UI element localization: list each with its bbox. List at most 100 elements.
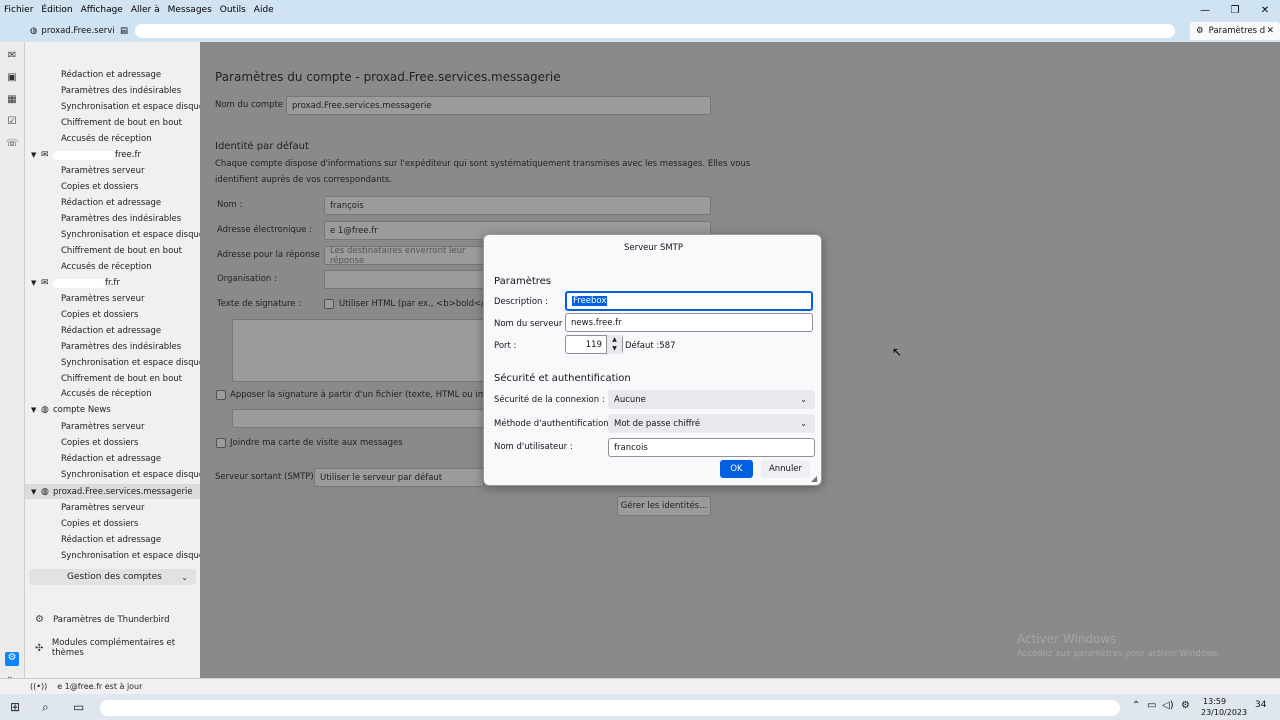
port-stepper[interactable]: ▲ ▼ <box>606 335 622 354</box>
sidebar-item[interactable]: Copies et dossiers <box>61 519 138 529</box>
redacted-name <box>53 150 115 160</box>
sidebar-item[interactable]: Rédaction et adressage <box>61 454 161 464</box>
sidebar-item[interactable]: Synchronisation et espace disque <box>61 102 204 112</box>
resize-grip-icon[interactable]: ◢ <box>811 474 817 483</box>
sidebar-item[interactable]: Rédaction et adressage <box>61 326 161 336</box>
sidebar-item[interactable]: Rédaction et adressage <box>61 535 161 545</box>
auth-method-label: Méthode d'authentification : <box>494 419 615 429</box>
tab-mail[interactable]: ◍ proxad.Free.servi <box>30 22 115 40</box>
close-window-button[interactable]: ✕ <box>1250 0 1280 20</box>
mouse-cursor-icon: ↖ <box>892 345 903 359</box>
tab-settings[interactable]: ⚙ Paramètres d ✕ <box>1190 22 1280 40</box>
tasks-icon[interactable]: ☑ <box>6 116 18 128</box>
sidebar-item[interactable]: Paramètres des indésirables <box>61 214 181 224</box>
sidebar-account-label: proxad.Free.services.messagerie <box>53 486 193 497</box>
search-icon[interactable]: ⌕ <box>42 700 49 715</box>
sidebar-item[interactable]: Synchronisation et espace disque <box>61 551 204 561</box>
menu-edit[interactable]: Édition <box>37 5 76 15</box>
menu-go[interactable]: Aller à <box>127 5 164 15</box>
sidebar-item[interactable]: Synchronisation et espace disque <box>61 358 204 368</box>
task-view-icon[interactable]: ▭ <box>73 700 84 714</box>
server-name-input[interactable]: news.free.fr <box>565 313 813 332</box>
organization-input[interactable] <box>324 270 484 289</box>
address-book-icon[interactable]: ▣ <box>6 72 18 84</box>
mail-icon[interactable]: ✉ <box>6 50 18 62</box>
manage-accounts-button[interactable]: Gestion des comptes ⌄ <box>29 569 196 585</box>
mail-account-icon: ✉ <box>41 278 49 288</box>
sidebar-item[interactable]: Copies et dossiers <box>61 310 138 320</box>
addons-link[interactable]: ✣ Modules complémentaires et thèmes <box>35 638 200 658</box>
menu-tools[interactable]: Outils <box>216 5 250 15</box>
sidebar-item[interactable]: Copies et dossiers <box>61 438 138 448</box>
description-input[interactable]: Freebox <box>565 291 813 311</box>
sidebar-account-news[interactable]: ▼ ◍ compte News <box>31 405 111 415</box>
tab-bar: ◍ proxad.Free.servi ▤ ⚙ Paramètres d ✕ <box>0 20 1280 42</box>
auth-method-select[interactable]: Mot de passe chiffré ⌄ <box>608 414 815 433</box>
clock-date[interactable]: 23/10/2023 <box>1201 708 1247 717</box>
close-tab-icon[interactable]: ✕ <box>1266 26 1274 36</box>
volume-icon[interactable]: ◁) <box>1162 700 1174 711</box>
sidebar-item[interactable]: Accusés de réception <box>61 389 152 399</box>
sidebar-item[interactable]: Rédaction et adressage <box>61 198 161 208</box>
minimize-button[interactable]: — <box>1190 0 1220 20</box>
cancel-button[interactable]: Annuler <box>761 460 810 478</box>
username-input[interactable]: francois <box>608 438 815 457</box>
account-name-input[interactable]: proxad.Free.services.messagerie <box>286 96 711 115</box>
sidebar-item[interactable]: Chiffrement de bout en bout <box>61 246 182 256</box>
network-icon[interactable]: ▭ <box>1147 700 1156 711</box>
vcard-checkbox[interactable] <box>216 438 226 448</box>
maximize-button[interactable]: ❐ <box>1220 0 1250 20</box>
sidebar-item[interactable]: Accusés de réception <box>61 134 152 144</box>
sidebar-item[interactable]: Synchronisation et espace disque <box>61 230 204 240</box>
notification-icon[interactable]: 34 <box>1255 700 1266 710</box>
sidebar-item[interactable]: Accusés de réception <box>61 262 152 272</box>
smtp-select[interactable]: Utiliser le serveur par défaut <box>314 468 484 487</box>
attach-signature-checkbox[interactable] <box>216 390 226 400</box>
sidebar-account-2[interactable]: ▼ ✉ fr.fr <box>31 278 120 288</box>
page-title: Paramètres du compte - proxad.Free.servi… <box>215 70 561 84</box>
menu-bar: Fichier Édition Affichage Aller à Messag… <box>0 0 1280 20</box>
calendar-tab-icon[interactable]: ▤ <box>120 22 132 40</box>
menu-messages[interactable]: Messages <box>164 5 216 15</box>
menu-help[interactable]: Aide <box>250 5 278 15</box>
calendar-icon[interactable]: ▦ <box>6 94 18 106</box>
identity-heading: Identité par défaut <box>215 141 309 152</box>
sidebar-item[interactable]: Chiffrement de bout en bout <box>61 118 182 128</box>
sidebar-item[interactable]: Paramètres des indésirables <box>61 86 181 96</box>
chevron-down-icon: ⌄ <box>800 395 807 404</box>
conn-security-select[interactable]: Aucune ⌄ <box>608 390 815 409</box>
signature-textarea[interactable] <box>232 319 484 382</box>
menu-view[interactable]: Affichage <box>77 5 127 15</box>
windows-start-icon[interactable]: ⊞ <box>10 700 20 714</box>
thunderbird-settings-link[interactable]: ⚙ Paramètres de Thunderbird <box>35 614 169 625</box>
name-input[interactable]: françois <box>324 196 711 215</box>
vcard-label: Joindre ma carte de visite aux messages <box>230 438 403 448</box>
sidebar-item[interactable]: Paramètres serveur <box>61 503 144 513</box>
puzzle-icon: ✣ <box>35 642 44 654</box>
sidebar-item[interactable]: Paramètres serveur <box>61 422 144 432</box>
gear-icon[interactable]: ⚙ <box>1181 700 1190 711</box>
sidebar-item[interactable]: Paramètres serveur <box>61 294 144 304</box>
sidebar-account-1[interactable]: ▼ ✉ free.fr <box>31 150 141 160</box>
sidebar-item[interactable]: Chiffrement de bout en bout <box>61 374 182 384</box>
sidebar-item[interactable]: Paramètres serveur <box>61 166 144 176</box>
sidebar-item[interactable]: Rédaction et adressage <box>61 70 161 80</box>
settings-space-icon[interactable]: ⚙ <box>5 652 19 666</box>
description-value: Freebox <box>572 296 608 306</box>
sidebar-account-proxad[interactable]: ▼ ◍ proxad.Free.services.messagerie <box>25 484 200 499</box>
chat-icon[interactable]: ☏ <box>6 138 19 150</box>
menu-file[interactable]: Fichier <box>0 5 37 15</box>
signature-file-input[interactable] <box>232 409 484 428</box>
ok-button[interactable]: OK <box>720 460 753 478</box>
tray-chevron-icon[interactable]: ⌃ <box>1132 700 1140 711</box>
chevron-down-icon: ⌄ <box>800 419 807 428</box>
clock-time[interactable]: 13:59 <box>1203 697 1226 706</box>
attach-signature-label: Apposer la signature à partir d'un fichi… <box>230 390 511 400</box>
manage-identities-button[interactable]: Gérer les identités... <box>617 496 711 516</box>
reply-to-input[interactable]: Les destinataires enverront leur réponse <box>324 246 484 266</box>
sidebar-item[interactable]: Copies et dossiers <box>61 182 138 192</box>
sidebar-item[interactable]: Paramètres des indésirables <box>61 342 181 352</box>
html-checkbox[interactable] <box>324 299 334 309</box>
chevron-down-icon: ▼ <box>31 406 37 414</box>
sidebar-item[interactable]: Synchronisation et espace disque <box>61 470 204 480</box>
